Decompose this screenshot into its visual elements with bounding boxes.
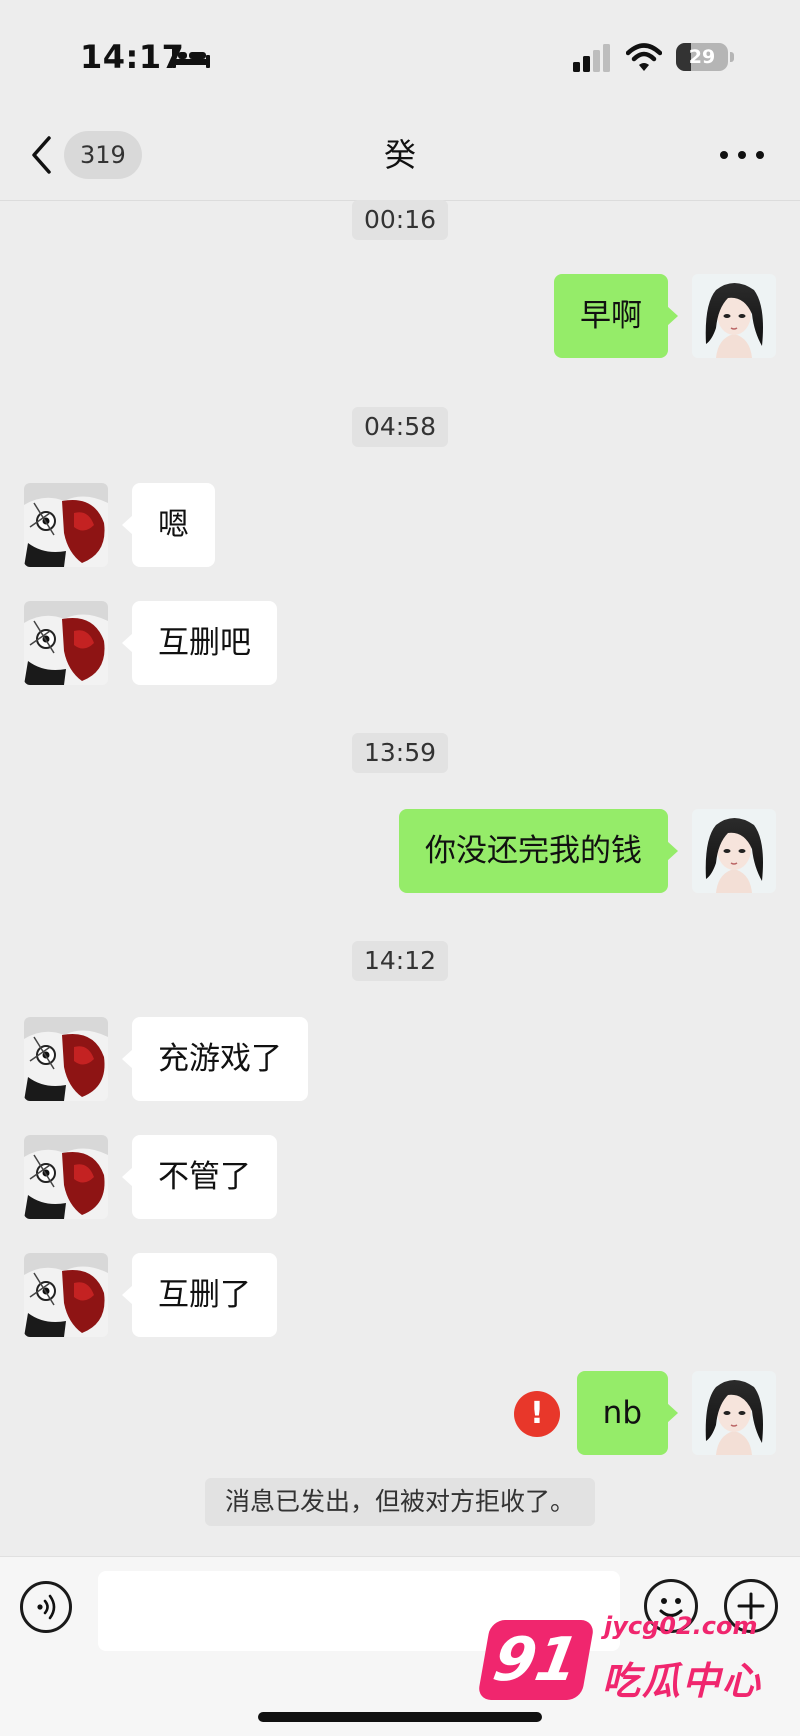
system-notice: 消息已发出，但被对方拒收了。 (0, 1478, 800, 1526)
self-avatar[interactable] (692, 274, 776, 358)
message-row-incoming: 嗯 (0, 483, 800, 569)
more-dots-icon (720, 151, 728, 159)
voice-button[interactable] (20, 1581, 72, 1633)
message-bubble-incoming[interactable]: 充游戏了 (122, 1017, 308, 1101)
message-row-incoming: 互删了 (0, 1253, 800, 1339)
message-bubble-outgoing[interactable]: nb (576, 1371, 679, 1455)
status-time: 14:17 (80, 38, 185, 76)
message-bubble-outgoing[interactable]: 你没还完我的钱 (399, 809, 678, 893)
contact-avatar[interactable] (24, 483, 108, 567)
time-stamp: 13:59 (0, 733, 800, 773)
contact-avatar[interactable] (24, 1017, 108, 1101)
chat-header: 319 癸 (0, 110, 800, 201)
contact-avatar[interactable] (24, 601, 108, 685)
home-indicator (258, 1712, 542, 1722)
bed-icon (172, 48, 210, 68)
time-stamp: 14:12 (0, 941, 800, 981)
message-bubble-incoming[interactable]: 嗯 (122, 483, 215, 567)
more-button[interactable] (720, 140, 764, 170)
message-row-outgoing: 你没还完我的钱 (0, 809, 800, 895)
watermark-logo: 91 (476, 1620, 596, 1700)
watermark-name: 吃瓜中心 (602, 1659, 763, 1703)
watermark-url: jycg02.com (604, 1612, 758, 1640)
signal-icon (573, 44, 610, 72)
watermark: 91 jycg02.com 吃瓜中心 (476, 1606, 776, 1716)
message-bubble-incoming[interactable]: 互删了 (122, 1253, 277, 1337)
contact-avatar[interactable] (24, 1135, 108, 1219)
wifi-icon (626, 43, 662, 71)
message-bubble-outgoing[interactable]: 早啊 (554, 274, 678, 358)
message-bubble-incoming[interactable]: 互删吧 (122, 601, 277, 685)
message-bubble-incoming[interactable]: 不管了 (122, 1135, 277, 1219)
battery-icon: 29 (676, 43, 734, 71)
message-row-incoming: 互删吧 (0, 601, 800, 687)
time-stamp: 00:16 (0, 200, 800, 240)
message-row-incoming: 不管了 (0, 1135, 800, 1221)
battery-level: 29 (688, 46, 716, 68)
message-row-incoming: 充游戏了 (0, 1017, 800, 1103)
chat-title: 癸 (383, 136, 416, 174)
self-avatar[interactable] (692, 1371, 776, 1455)
status-bar: 14:17 29 (0, 0, 800, 110)
self-avatar[interactable] (692, 809, 776, 893)
send-failed-icon[interactable]: ! (514, 1391, 560, 1437)
voice-icon (37, 1594, 56, 1620)
message-row-outgoing: 早啊 (0, 274, 800, 360)
contact-avatar[interactable] (24, 1253, 108, 1337)
message-row-outgoing: ! nb (0, 1371, 800, 1457)
time-stamp: 04:58 (0, 407, 800, 447)
